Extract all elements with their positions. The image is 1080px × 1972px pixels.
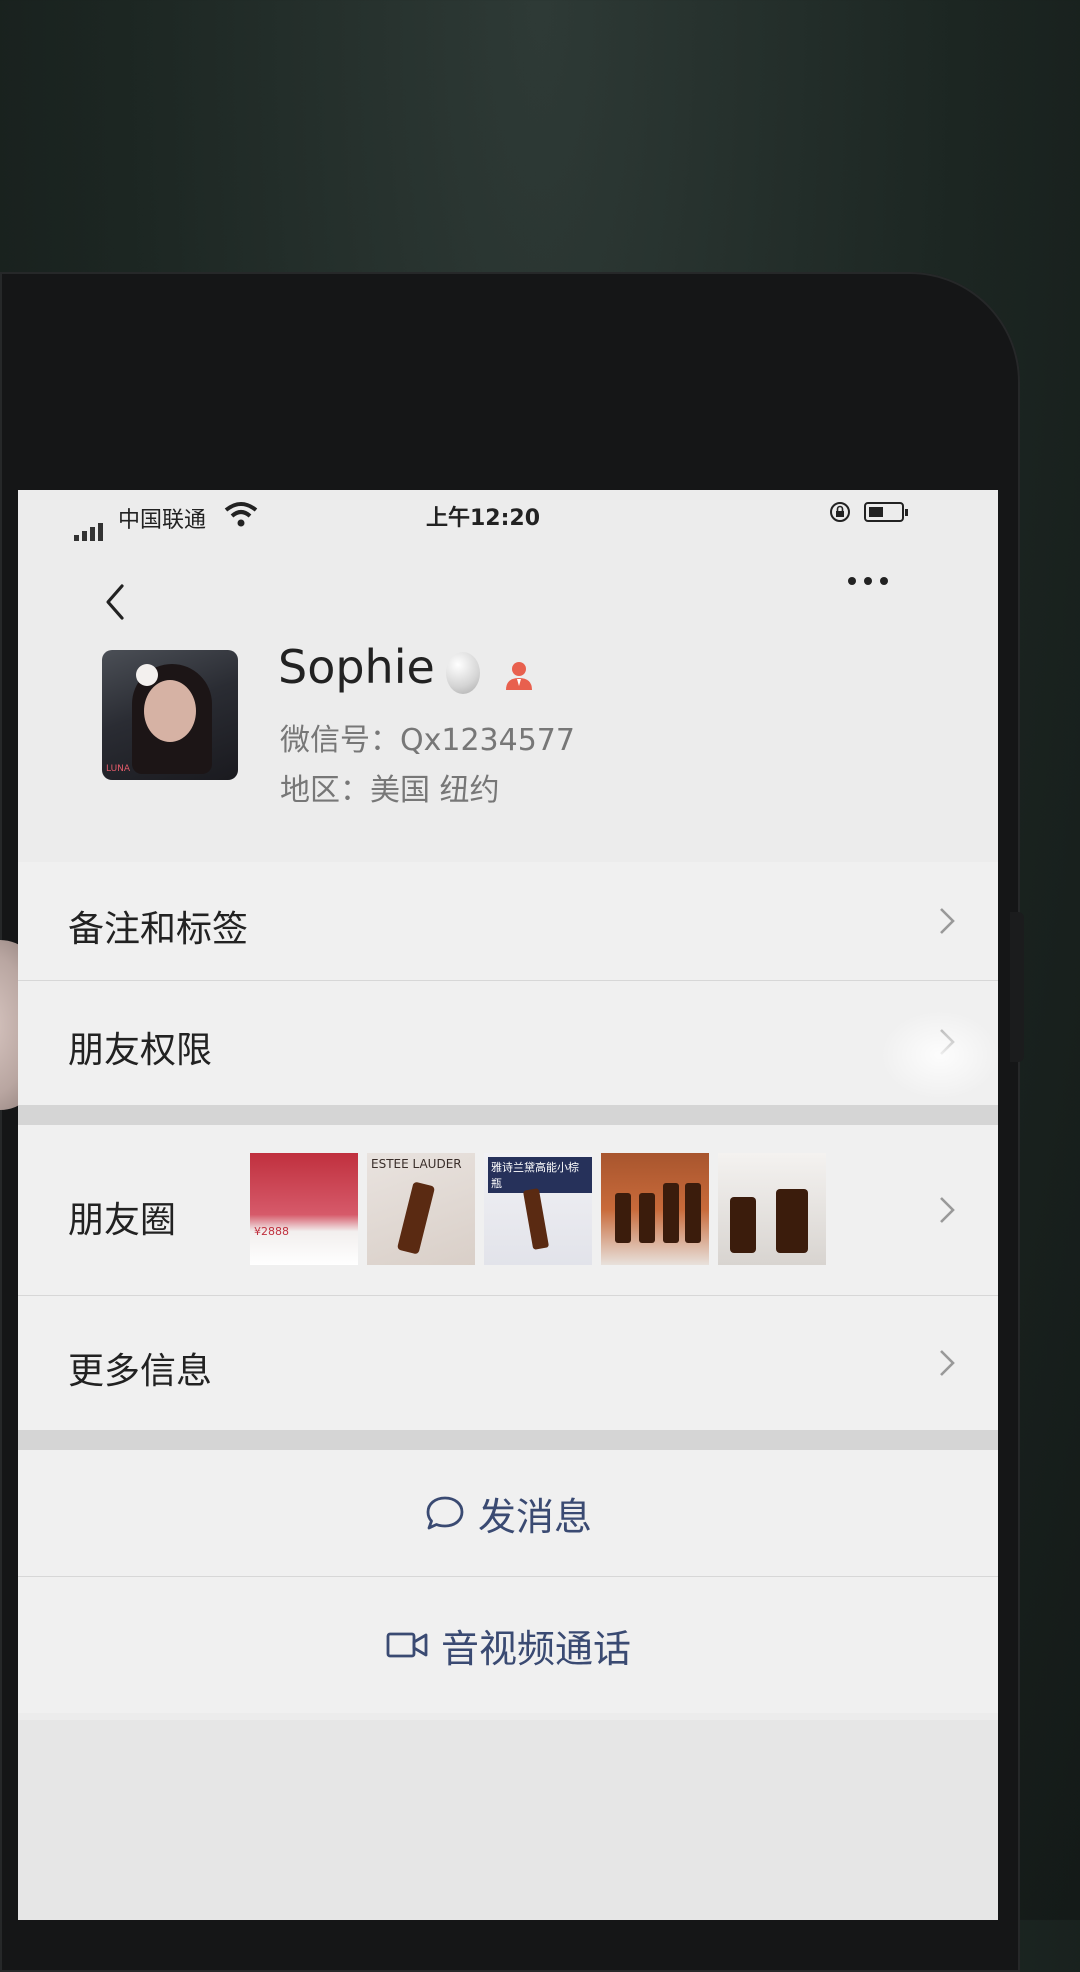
region: 地区：美国 纽约 [280,773,500,808]
chevron-right-icon [940,1029,955,1055]
status-bar: 中国联通 上午12:20 [18,490,998,541]
signal-icon [74,516,106,541]
moment-thumb[interactable] [718,1153,826,1265]
battery-icon [864,502,908,522]
person-badge-icon [506,662,532,690]
section-gap [18,1430,998,1450]
back-icon[interactable] [96,578,136,626]
row-moments[interactable]: 朋友圈 ¥2888 ESTEE LAUDER 雅诗兰黛高能小棕瓶 [18,1125,998,1295]
row-friend-permissions[interactable]: 朋友权限 [18,981,998,1105]
chevron-right-icon [940,908,955,934]
chevron-right-icon [940,1350,955,1376]
row-more-info[interactable]: 更多信息 [18,1296,998,1430]
more-options-icon[interactable] [838,566,898,596]
wechat-id: 微信号：Qx1234577 [280,723,575,758]
side-button [1010,912,1024,1062]
video-call-label: 音视频通话 [440,1626,631,1671]
avatar[interactable]: LUNA [102,650,238,780]
carrier-name: 中国联通 [118,508,207,533]
moment-thumb[interactable]: 雅诗兰黛高能小棕瓶 [484,1153,592,1265]
row-remarks-tags[interactable]: 备注和标签 [18,862,998,980]
row-label-remarks: 备注和标签 [68,909,249,950]
section-gap [18,1105,998,1125]
moment-thumb[interactable] [601,1153,709,1265]
wifi-icon [224,502,258,527]
chevron-right-icon [940,1197,955,1223]
moment-thumb[interactable]: ESTEE LAUDER [367,1153,475,1265]
rotation-lock-icon [830,502,850,522]
row-label-moments: 朋友圈 [68,1200,177,1241]
empty-area [18,1720,998,1920]
row-label-more-info: 更多信息 [68,1351,213,1392]
clock: 上午12:20 [426,506,541,531]
chat-bubble-icon [426,1496,464,1530]
screen: 中国联通 上午12:20 LUNA Sophie 微信号：Qx1234577 地… [18,490,998,1920]
video-call-button[interactable]: 音视频通话 [18,1577,998,1713]
avatar-watermark: LUNA [106,764,131,774]
egg-status-icon [446,652,480,694]
send-message-button[interactable]: 发消息 [18,1450,998,1576]
send-message-label: 发消息 [477,1494,592,1539]
moment-thumb[interactable]: ¥2888 [250,1153,358,1265]
profile-name: Sophie [278,640,435,694]
row-label-permissions: 朋友权限 [68,1030,213,1071]
video-camera-icon [386,1632,428,1658]
